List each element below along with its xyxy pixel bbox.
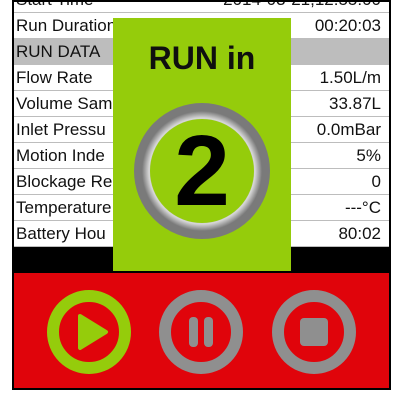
run-duration-label: Run Duration — [16, 16, 117, 35]
blockage-label: Blockage Re — [16, 172, 113, 191]
battery-hours-label: Battery Hou — [16, 224, 106, 243]
stop-icon — [300, 318, 328, 346]
play-button[interactable] — [46, 289, 132, 375]
flow-rate-label: Flow Rate — [16, 68, 93, 87]
row-start-time: Start Time 2014-03-21,12:55:00 — [14, 2, 389, 13]
start-time-label: Start Time — [16, 2, 93, 10]
battery-hours-value: 80:02 — [338, 224, 381, 243]
temperature-label: Temperature — [16, 198, 112, 217]
blockage-value: 0 — [371, 172, 381, 191]
countdown-title: RUN in — [148, 40, 256, 76]
countdown-number: 2 — [174, 115, 230, 227]
pause-button[interactable] — [158, 289, 244, 375]
section-title: RUN DATA — [16, 42, 101, 61]
pause-icon — [189, 317, 213, 347]
motion-index-value: 5% — [356, 146, 381, 165]
run-duration-value: 00:20:03 — [314, 16, 381, 35]
inlet-pressure-value: 0.0mBar — [316, 120, 381, 139]
motion-index-label: Motion Inde — [16, 146, 105, 165]
control-bar — [14, 273, 389, 388]
inlet-pressure-label: Inlet Pressu — [16, 120, 106, 139]
screenshot-frame: Start Time 2014-03-21,12:55:00 Run Durat… — [0, 0, 395, 401]
play-icon — [78, 314, 108, 350]
flow-rate-value: 1.50L/m — [319, 68, 381, 87]
start-time-value: 2014-03-21,12:55:00 — [223, 2, 381, 10]
stop-button[interactable] — [271, 289, 357, 375]
volume-sampled-value: 33.87L — [329, 94, 381, 113]
volume-sampled-label: Volume Sam — [16, 94, 113, 113]
temperature-value: ---°C — [344, 198, 381, 217]
run-countdown-overlay: RUN in 2 — [113, 18, 291, 271]
device-screen: Start Time 2014-03-21,12:55:00 Run Durat… — [12, 0, 391, 390]
